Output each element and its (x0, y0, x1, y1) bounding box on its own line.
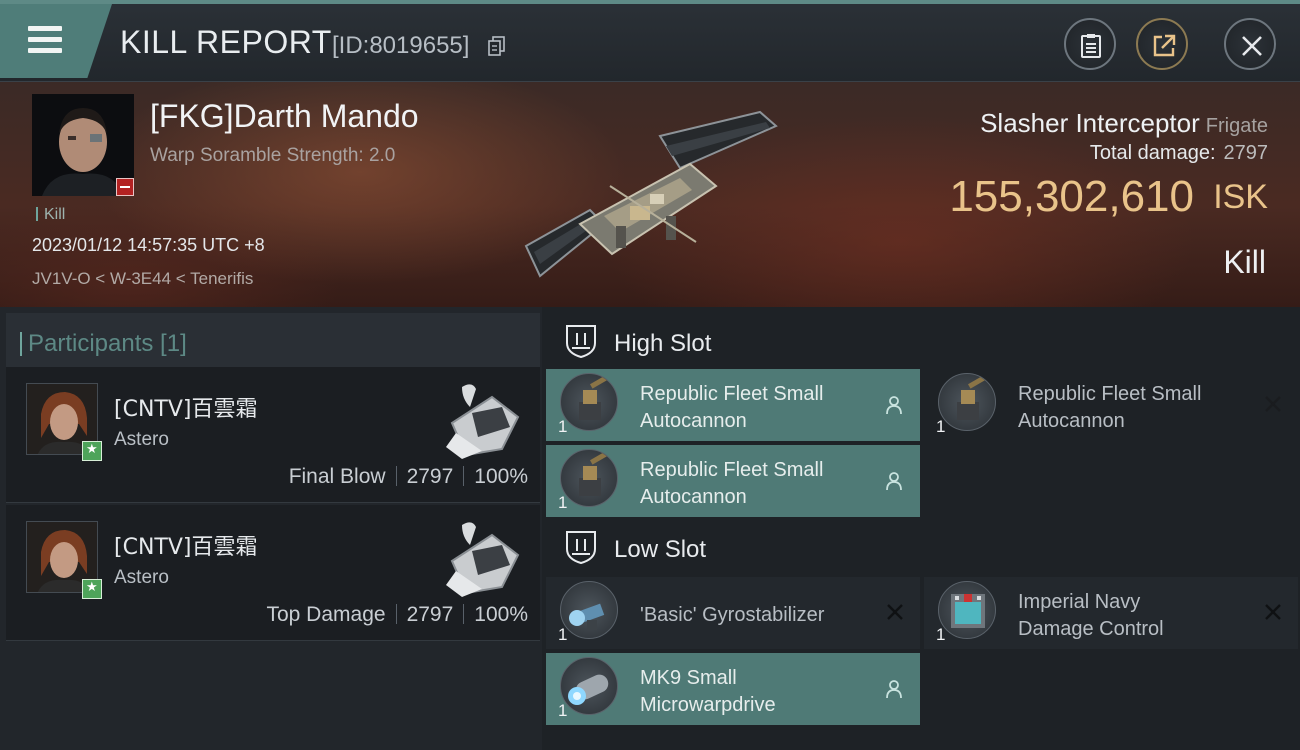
person-icon (886, 680, 902, 699)
participant-damage: 2797 (406, 465, 454, 488)
location: JV1V-O < W-3E44 < Tenerifis (32, 269, 254, 288)
participant-role: Final Blow (288, 465, 386, 488)
x-icon (1265, 604, 1281, 620)
participant-stats: Top Damage 2797 100% (266, 603, 528, 627)
page-title: KILL REPORT (120, 24, 332, 60)
module-quantity: 1 (558, 625, 568, 644)
module-item[interactable]: 1 'Basic' Gyrostabilizer (546, 577, 920, 649)
star-icon (82, 441, 102, 461)
module-quantity: 1 (558, 417, 568, 436)
high-slot-header: High Slot (548, 311, 1296, 371)
total-damage-value: 2797 (1223, 142, 1269, 164)
report-id: [ID:8019655] (332, 32, 470, 59)
autocannon-icon (560, 373, 618, 431)
participant-ship: Astero (114, 567, 169, 588)
module-item[interactable]: 1 Imperial Navy Damage Control (924, 577, 1298, 649)
copy-icon[interactable] (488, 36, 506, 56)
clipboard-button[interactable] (1064, 18, 1116, 70)
participant-role: Top Damage (266, 603, 386, 626)
participant-ship: Astero (114, 429, 169, 450)
participants-panel: Participants [1] [CNTV]百雲霜 Astero Final … (0, 307, 542, 750)
title-bar: KILL REPORT [ID:8019655] (0, 0, 1300, 82)
isk-unit: ISK (1213, 178, 1268, 216)
participant-ship-icon (446, 384, 520, 459)
module-name: Imperial Navy Damage Control (1018, 591, 1164, 640)
ship-class: Frigate (1205, 115, 1268, 137)
participant-stats: Final Blow 2797 100% (289, 465, 528, 489)
autocannon-icon (560, 449, 618, 507)
victim-name: [FKG]Darth Mando (150, 98, 419, 134)
menu-button[interactable] (0, 4, 112, 78)
participants-label: Participants [1] (20, 330, 187, 357)
module-item[interactable]: 1 Republic Fleet Small Autocannon (924, 369, 1298, 441)
participant-name: [CNTV]百雲霜 (114, 535, 258, 560)
person-icon (886, 396, 902, 415)
participant-ship-icon (446, 522, 520, 597)
x-icon (887, 604, 903, 620)
module-quantity: 1 (558, 701, 568, 720)
ship-render (524, 110, 778, 278)
result-label: Kill (1223, 244, 1266, 280)
participant-name: [CNTV]百雲霜 (114, 397, 258, 422)
participant-row[interactable]: [CNTV]百雲霜 Astero Top Damage 2797 100% (6, 505, 540, 641)
microwarpdrive-icon (560, 657, 618, 715)
module-item[interactable]: 1 MK9 Small Microwarpdrive (546, 653, 920, 725)
high-slot-label: High Slot (614, 330, 712, 357)
damage-control-icon (938, 581, 996, 639)
participant-percent: 100% (474, 603, 528, 626)
participant-percent: 100% (474, 465, 528, 488)
low-slot-label: Low Slot (614, 536, 707, 563)
kill-header: [FKG]Darth Mando Warp Soramble Strength:… (0, 82, 1300, 307)
total-damage-label: Total damage: (1089, 142, 1216, 164)
total-damage: Total damage: 2797 (1090, 142, 1268, 165)
participants-header: Participants [1] (6, 313, 540, 369)
x-icon (1265, 396, 1281, 412)
close-button[interactable] (1224, 18, 1276, 70)
fitting-panel: High Slot 1 Republic Fleet Small Autocann… (542, 307, 1300, 750)
module-item[interactable]: 1 Republic Fleet Small Autocannon (546, 369, 920, 441)
kill-tag: Kill (36, 206, 65, 224)
module-name: Republic Fleet Small Autocannon (1018, 383, 1202, 432)
share-icon (1153, 34, 1176, 57)
autocannon-icon (938, 373, 996, 431)
low-slot-header: Low Slot (548, 517, 1296, 577)
module-name: MK9 Small Microwarpdrive (640, 667, 776, 716)
minus-icon (116, 178, 134, 196)
menu-icon (28, 26, 62, 54)
shield-icon (566, 325, 596, 359)
star-icon (82, 579, 102, 599)
isk-value: 155,302,610 (949, 172, 1194, 221)
ship-name: Slasher Interceptor Frigate (980, 108, 1268, 139)
module-quantity: 1 (936, 625, 946, 644)
module-name: 'Basic' Gyrostabilizer (640, 604, 825, 626)
close-icon (1242, 36, 1262, 56)
shield-icon (566, 531, 596, 565)
module-item[interactable]: 1 Republic Fleet Small Autocannon (546, 445, 920, 517)
share-button[interactable] (1136, 18, 1188, 70)
person-icon (886, 472, 902, 491)
module-quantity: 1 (936, 417, 946, 436)
participant-damage: 2797 (406, 603, 454, 626)
clipboard-icon (1081, 34, 1101, 58)
participant-row[interactable]: [CNTV]百雲霜 Astero Final Blow 2797 100% (6, 367, 540, 503)
victim-subtitle: Warp Soramble Strength: 2.0 (150, 145, 396, 166)
ship-type: Slasher Interceptor (980, 108, 1200, 138)
timestamp: 2023/01/12 14:57:35 UTC +8 (32, 235, 265, 255)
gyrostabilizer-icon (560, 581, 618, 639)
module-quantity: 1 (558, 493, 568, 512)
module-name: Republic Fleet Small Autocannon (640, 383, 824, 432)
module-name: Republic Fleet Small Autocannon (640, 459, 824, 508)
